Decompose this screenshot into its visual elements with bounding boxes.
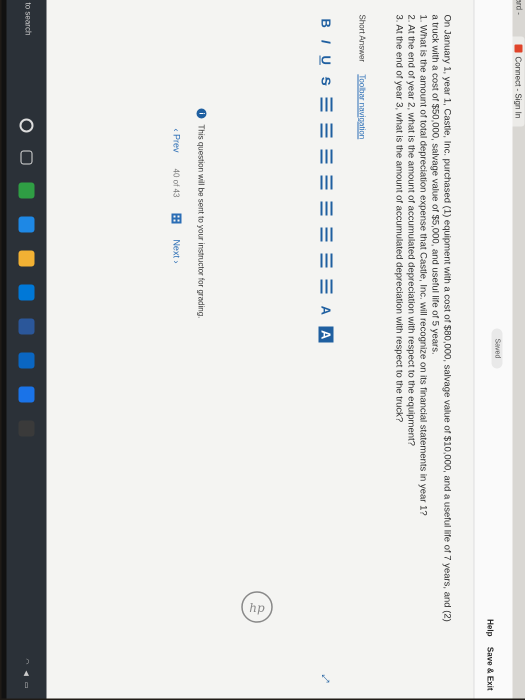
question-line: 1. What is the amount of total depreciat… [417, 14, 429, 516]
next-button[interactable]: Next › [172, 239, 182, 263]
system-tray: ◠ ◀ ▭ [23, 658, 31, 688]
hp-logo-text: hp [249, 601, 265, 615]
question-line: a truck with a cost of $50,000, salvage … [429, 14, 441, 355]
hp-logo-icon: hp [241, 591, 273, 623]
rich-text-toolbar: B I U S A A [317, 19, 337, 679]
taskbar-apps [18, 118, 35, 437]
italic-button[interactable]: I [319, 40, 334, 44]
align-center-icon[interactable] [320, 123, 333, 138]
grading-notice: i This question will be sent to your ins… [196, 108, 207, 319]
windows-taskbar: to search ◠ ◀ ▭ [1, 0, 47, 699]
page-indicator: 40 of 43 [172, 168, 181, 198]
tab-title: Connect - Sign In [514, 56, 523, 119]
question-pager: ‹ Prev 40 of 43 Next › [171, 129, 182, 263]
numbered-list-icon[interactable] [320, 253, 333, 268]
previous-tab[interactable]: ard - [515, 0, 524, 15]
indent-icon[interactable] [320, 201, 333, 216]
expand-editor-icon[interactable]: ⤢ [320, 675, 331, 683]
bulleted-list-icon[interactable] [320, 279, 333, 294]
strikethrough-button[interactable]: S [319, 77, 334, 86]
prev-button[interactable]: ‹ Prev [172, 129, 182, 153]
wifi-icon[interactable]: ◠ [23, 658, 31, 664]
cortana-icon[interactable] [19, 118, 34, 133]
align-right-icon[interactable] [320, 149, 333, 164]
edge-icon[interactable] [18, 216, 35, 233]
question-line: On January 1, year 1, Castle, Inc. purch… [441, 14, 453, 622]
mcgraw-hill-favicon-icon [514, 44, 523, 53]
toolbar-navigation-link[interactable]: Toolbar navigation [358, 74, 367, 139]
font-color-button[interactable]: A [319, 306, 334, 315]
taskbar-search[interactable]: to search [24, 3, 33, 36]
saved-status-badge: Saved [491, 328, 503, 369]
amazon-icon[interactable] [18, 386, 35, 403]
question-line: 3. At the end of year 3, what is the amo… [393, 14, 405, 423]
align-left-icon[interactable] [320, 97, 333, 112]
volume-icon[interactable]: ◀ [23, 670, 31, 675]
save-exit-button[interactable]: Save & Exit [486, 647, 495, 691]
outdent-icon[interactable] [320, 227, 333, 242]
grading-notice-text: This question will be sent to your instr… [197, 124, 206, 319]
info-icon: i [196, 108, 207, 119]
chrome-icon[interactable] [18, 182, 35, 199]
dropbox-icon[interactable] [18, 420, 35, 437]
store-icon[interactable] [18, 284, 35, 301]
bold-button[interactable]: B [319, 19, 334, 28]
task-view-icon[interactable] [20, 150, 33, 165]
underline-button[interactable]: U [319, 56, 334, 65]
assignment-header: Saved Help Save & Exit [473, 0, 513, 699]
browser-tab-connect[interactable]: Connect - Sign In [512, 36, 525, 127]
screen-bezel [1, 0, 7, 699]
word-icon[interactable] [18, 318, 35, 335]
highlight-color-button[interactable]: A [319, 326, 334, 343]
file-explorer-icon[interactable] [18, 250, 35, 267]
answer-type-row: Short Answer Toolbar navigation [358, 15, 367, 140]
battery-icon[interactable]: ▭ [23, 682, 31, 689]
photo-frame: ard - Connect - Sign In Saved Help Save … [0, 0, 525, 700]
mail-icon[interactable] [18, 352, 35, 369]
question-text: On January 1, year 1, Castle, Inc. purch… [393, 15, 453, 675]
next-label: Next [171, 239, 182, 258]
question-line: 2. At the end of year 2, what is the amo… [405, 14, 417, 446]
answer-type-label: Short Answer [357, 14, 367, 63]
justify-icon[interactable] [320, 175, 333, 190]
help-button[interactable]: Help [486, 619, 495, 636]
browser-tab-bar: ard - Connect - Sign In [512, 0, 525, 699]
question-grid-icon[interactable] [171, 213, 182, 224]
prev-label: Prev [171, 134, 182, 153]
